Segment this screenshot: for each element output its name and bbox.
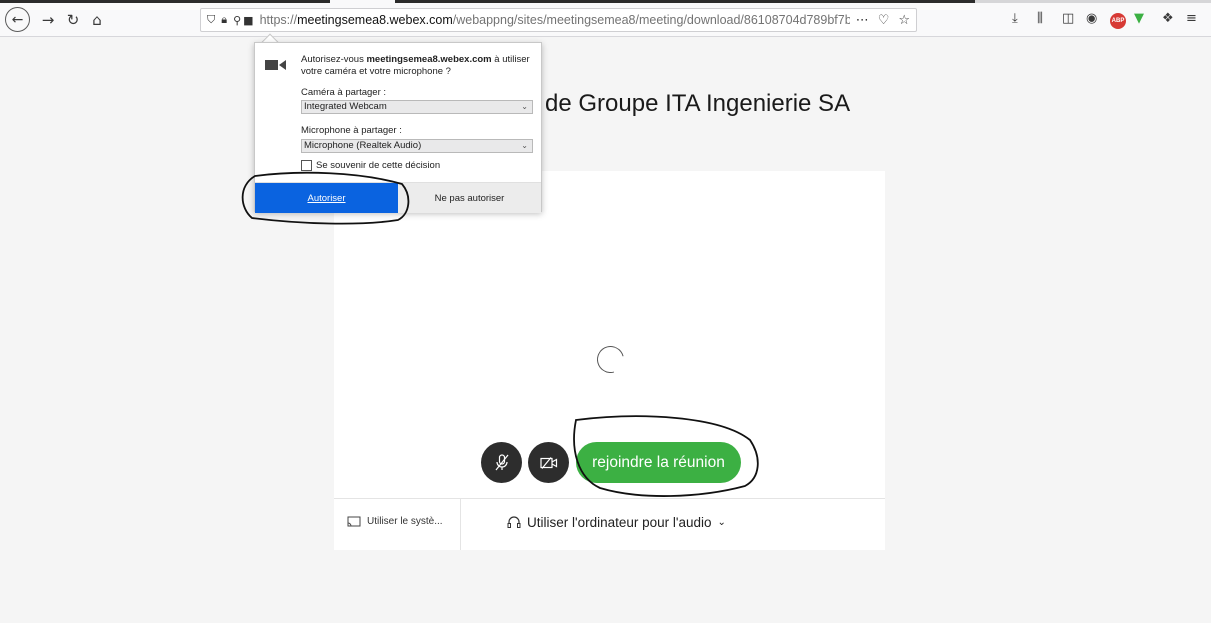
camera-select-label: Caméra à partager : <box>301 87 387 98</box>
system-audio-option[interactable]: Utiliser le systè... <box>347 516 443 527</box>
address-bar[interactable]: ⛉ 🔒︎ ⚲ ■ https://meetingsemea8.webex.com… <box>200 8 917 32</box>
microphone-select-label: Microphone à partager : <box>301 125 402 136</box>
divider <box>460 499 461 550</box>
star-icon[interactable]: ☆ <box>898 13 910 28</box>
chevron-down-icon: ⌄ <box>717 517 726 528</box>
system-audio-label: Utiliser le systè... <box>367 516 443 527</box>
browser-toolbar: ← → ↻ ⌂ ⛉ 🔒︎ ⚲ ■ https://meetingsemea8.w… <box>0 3 1211 37</box>
pocket-icon[interactable]: ♡ <box>878 13 890 28</box>
remember-checkbox[interactable] <box>301 160 312 171</box>
divider <box>334 498 885 499</box>
home-icon[interactable]: ⌂ <box>84 7 110 33</box>
chevron-down-icon: ⌄ <box>521 141 528 150</box>
camera-icon[interactable]: ■ <box>243 14 253 27</box>
library-icon[interactable]: ⫼ <box>1037 11 1043 26</box>
microphone-off-icon <box>495 453 508 470</box>
meeting-title: de Groupe ITA Ingenierie SA <box>545 90 851 117</box>
permissions-icon[interactable]: ⚲ <box>233 14 241 27</box>
remember-label: Se souvenir de cette décision <box>316 160 441 171</box>
account-icon[interactable]: ◉ <box>1086 11 1097 26</box>
gift-icon[interactable]: ❖ <box>1162 11 1174 26</box>
download-icon[interactable]: ⤓ <box>1012 11 1018 26</box>
lock-icon[interactable]: 🔒︎ <box>221 13 227 27</box>
computer-audio-option[interactable]: Utiliser l'ordinateur pour l'audio ⌄ <box>507 515 726 530</box>
join-meeting-button[interactable]: rejoindre la réunion <box>576 442 741 483</box>
permission-popup: Autorisez-vous meetingsemea8.webex.com à… <box>254 42 542 213</box>
headset-icon <box>507 515 521 528</box>
deny-button[interactable]: Ne pas autoriser <box>398 183 541 213</box>
url-text[interactable]: https://meetingsemea8.webex.com/webappng… <box>260 13 850 27</box>
microphone-select[interactable]: Microphone (Realtek Audio) ⌄ <box>301 139 533 153</box>
chevron-down-icon: ⌄ <box>521 102 528 111</box>
menu-icon[interactable]: ≡ <box>1186 11 1197 26</box>
forward-icon[interactable]: → <box>35 7 61 33</box>
reload-icon[interactable]: ↻ <box>60 7 86 33</box>
more-icon[interactable]: ⋯ <box>856 13 869 28</box>
back-icon[interactable]: ← <box>5 7 30 32</box>
camera-icon <box>265 60 286 70</box>
permission-message: Autorisez-vous meetingsemea8.webex.com à… <box>301 54 530 77</box>
popup-footer: Autoriser Ne pas autoriser <box>255 182 541 213</box>
remember-decision[interactable]: Se souvenir de cette décision <box>301 160 440 171</box>
cast-screen-icon <box>347 516 361 527</box>
camera-select[interactable]: Integrated Webcam ⌄ <box>301 100 533 114</box>
shield-icon[interactable]: ⛉ <box>207 13 215 27</box>
adblock-icon[interactable]: ABP <box>1110 13 1126 29</box>
computer-audio-label: Utiliser l'ordinateur pour l'audio <box>527 515 712 530</box>
allow-button[interactable]: Autoriser <box>255 183 398 213</box>
extension-icon[interactable]: ▼ <box>1134 11 1144 26</box>
sidebar-icon[interactable]: ◫ <box>1062 11 1074 26</box>
mute-button[interactable] <box>481 442 522 483</box>
video-toggle-button[interactable] <box>528 442 569 483</box>
video-off-icon <box>539 456 557 469</box>
